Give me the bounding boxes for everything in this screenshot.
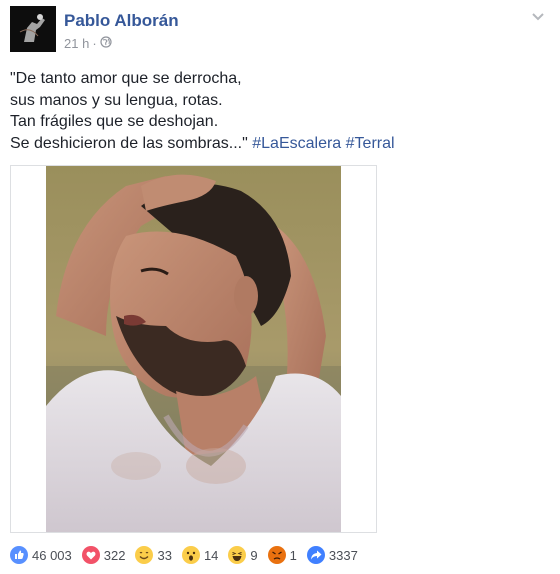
post-meta: 21 h ·: [64, 36, 112, 51]
smile-count: 33: [157, 547, 172, 563]
love-icon: [81, 546, 100, 564]
angry-icon: [267, 546, 286, 564]
globe-icon: [100, 36, 112, 51]
haha-icon: [228, 546, 247, 564]
post-text-line: Tan frágiles que se deshojan.: [10, 113, 219, 130]
angry-reaction[interactable]: 1: [267, 546, 297, 564]
chevron-down-icon[interactable]: [530, 10, 546, 22]
haha-count: 9: [250, 547, 258, 563]
love-count: 322: [103, 547, 126, 563]
post-photo-frame[interactable]: [10, 165, 377, 533]
meta-separator: ·: [92, 36, 97, 51]
like-count: 46 003: [32, 547, 72, 563]
post-time[interactable]: 21 h: [64, 36, 89, 51]
love-reaction[interactable]: 322: [81, 546, 126, 564]
author-name[interactable]: Pablo Alborán: [64, 11, 179, 31]
like-reaction[interactable]: 46 003: [10, 546, 72, 564]
post-text: "De tanto amor que se derrocha, sus mano…: [10, 68, 540, 154]
share-count: 3337: [328, 547, 358, 563]
smile-icon: [135, 546, 154, 564]
angry-count: 1: [289, 547, 297, 563]
share-reaction[interactable]: 3337: [306, 546, 358, 564]
hashtag-link[interactable]: #Terral: [346, 135, 395, 152]
post-text-line: Se deshicieron de las sombras...": [10, 134, 248, 152]
post-header: Pablo Alborán 21 h ·: [10, 6, 550, 56]
post-text-line: sus manos y su lengua, rotas.: [10, 91, 223, 109]
haha-reaction[interactable]: 9: [228, 546, 258, 564]
post-text-line: "De tanto amor que se derrocha,: [10, 70, 242, 87]
reactions-bar: 46 003 322 33 14 9 1 3337: [10, 544, 368, 566]
hashtag-link[interactable]: #LaEscalera: [252, 135, 341, 152]
like-icon: [10, 546, 28, 564]
post-photo[interactable]: [46, 166, 341, 532]
wow-count: 14: [203, 547, 219, 563]
smile-reaction[interactable]: 33: [135, 546, 172, 564]
wow-icon: [181, 546, 200, 564]
share-icon: [306, 546, 325, 564]
avatar[interactable]: [10, 6, 56, 52]
wow-reaction[interactable]: 14: [181, 546, 219, 564]
post-text-line-last: Se deshicieron de las sombras..." #LaEsc…: [10, 133, 540, 155]
